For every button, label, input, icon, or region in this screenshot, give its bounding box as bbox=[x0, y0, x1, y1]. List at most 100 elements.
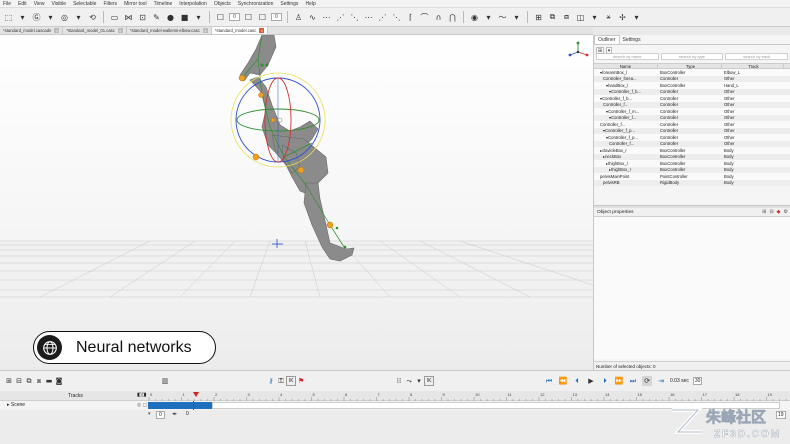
menu-item-timeline[interactable]: Timeline bbox=[154, 1, 173, 7]
3d-viewport[interactable] bbox=[0, 35, 593, 370]
cube-icon[interactable]: ■ bbox=[179, 12, 190, 23]
key-icon[interactable]: ⚷ bbox=[266, 376, 276, 386]
play-icon[interactable]: ▶ bbox=[586, 376, 596, 386]
screen-icon[interactable]: ▬ bbox=[44, 376, 54, 386]
ik-button-2[interactable]: IK bbox=[424, 376, 434, 386]
figure-icon[interactable]: ♙ bbox=[293, 12, 304, 23]
search-by-name-input[interactable]: search by name bbox=[596, 53, 659, 60]
column-track[interactable]: Track bbox=[722, 64, 784, 69]
chain-icon[interactable]: ⋰ bbox=[377, 12, 388, 23]
document-tab[interactable]: *standard_model_01.casc × bbox=[63, 27, 127, 34]
dropdown-icon[interactable]: ▾ bbox=[73, 12, 84, 23]
step-forward-key-icon[interactable]: ⏩ bbox=[614, 376, 624, 386]
keyframe-add-icon[interactable]: ⊞ bbox=[4, 376, 14, 386]
menu-item-help[interactable]: Help bbox=[305, 1, 315, 7]
arc-icon[interactable]: ⌒ bbox=[419, 12, 430, 23]
target-icon[interactable]: ◉ bbox=[469, 12, 480, 23]
menu-item-view[interactable]: View bbox=[34, 1, 45, 7]
column-name[interactable]: Name bbox=[594, 64, 658, 69]
dropdown-icon[interactable]: ▾ bbox=[589, 12, 600, 23]
bracket-icon[interactable]: ⌈ bbox=[405, 12, 416, 23]
checkbox-icon[interactable]: ☐ bbox=[257, 12, 268, 23]
column-type[interactable]: Type bbox=[658, 64, 722, 69]
keyframe-copy-icon[interactable]: ⧉ bbox=[24, 376, 34, 386]
step-forward-icon[interactable]: ⏵ bbox=[600, 376, 610, 386]
skip-to-end-icon[interactable]: ⏭ bbox=[628, 376, 638, 386]
toolbar-field-a[interactable]: 0 bbox=[229, 13, 240, 21]
timeline-ruler[interactable]: 0 1 2 3 4 5 6 7 8 9 10 11 12 13 14 15 16 17 18 19 bbox=[147, 391, 790, 401]
sphere-icon[interactable]: ● bbox=[165, 12, 176, 23]
chain-icon[interactable]: ⋱ bbox=[391, 12, 402, 23]
chevron-down-icon[interactable]: ▾ bbox=[414, 376, 424, 386]
step-back-icon[interactable]: ⏴ bbox=[572, 376, 582, 386]
color-icon[interactable]: ◆ bbox=[777, 209, 781, 215]
menu-item-mirror-tool[interactable]: Mirror tool bbox=[124, 1, 147, 7]
menu-item-edit[interactable]: Edit bbox=[18, 1, 27, 7]
chain-icon[interactable]: ⋱ bbox=[349, 12, 360, 23]
dropdown-icon[interactable]: ▾ bbox=[511, 12, 522, 23]
flag-icon[interactable]: ⚑ bbox=[296, 376, 306, 386]
menu-item-visible[interactable]: Visible bbox=[51, 1, 66, 7]
pen-icon[interactable]: ✎ bbox=[151, 12, 162, 23]
chart-icon[interactable]: ▥ bbox=[160, 376, 170, 386]
layers-icon[interactable]: ⧈ bbox=[561, 12, 572, 23]
layout-icon[interactable]: ◫ bbox=[575, 12, 586, 23]
document-tab[interactable]: *standard_model.cascade × bbox=[0, 27, 64, 34]
start-frame-field[interactable]: 0 bbox=[156, 411, 165, 419]
menu-item-selectable[interactable]: Selectable bbox=[73, 1, 96, 7]
scene-track-label[interactable]: ▸ Scene bbox=[7, 402, 25, 408]
keyframe-paste-icon[interactable]: ⧈ bbox=[34, 376, 44, 386]
close-icon[interactable]: × bbox=[117, 28, 123, 33]
chain-icon[interactable]: ⋰ bbox=[335, 12, 346, 23]
toolbar-field-b[interactable]: 0 bbox=[271, 13, 282, 21]
chain-icon[interactable]: ⋯ bbox=[363, 12, 374, 23]
dropdown-icon[interactable]: ▾ bbox=[483, 12, 494, 23]
arc-icon[interactable]: ⋂ bbox=[447, 12, 458, 23]
close-icon[interactable]: × bbox=[54, 28, 60, 33]
menu-item-file[interactable]: File bbox=[3, 1, 11, 7]
document-tab[interactable]: *standard_model.casc × bbox=[211, 27, 269, 34]
ik-button[interactable]: IK bbox=[286, 376, 296, 386]
rotate-icon[interactable]: ⟲ bbox=[87, 12, 98, 23]
playhead-marker[interactable] bbox=[193, 392, 199, 397]
loop-icon[interactable]: ⟳ bbox=[642, 376, 652, 386]
menu-item-interpolation[interactable]: Interpolation bbox=[179, 1, 207, 7]
close-icon[interactable]: × bbox=[202, 28, 208, 33]
search-by-type-input[interactable]: search by type bbox=[660, 53, 724, 60]
close-icon[interactable]: × bbox=[259, 28, 265, 33]
step-back-key-icon[interactable]: ⏪ bbox=[558, 376, 568, 386]
dropdown-icon[interactable]: ▾ bbox=[45, 12, 56, 23]
dropdown-icon[interactable]: ▾ bbox=[631, 12, 642, 23]
keyframe-remove-icon[interactable]: ⊟ bbox=[14, 376, 24, 386]
speed-icon[interactable]: ⇥ bbox=[656, 376, 666, 386]
figure-move-icon[interactable]: ⚹ bbox=[603, 12, 614, 23]
pivot-icon[interactable]: ◎ bbox=[59, 12, 70, 23]
scene-clip-bar[interactable] bbox=[148, 402, 212, 409]
camera-icon[interactable]: ◙ bbox=[54, 376, 64, 386]
tab-outliner[interactable]: Outliner bbox=[594, 35, 620, 44]
curve-icon[interactable]: ⤳ bbox=[404, 376, 414, 386]
chevron-down-icon[interactable]: ▾ bbox=[606, 47, 612, 54]
search-by-track-input[interactable]: search by track bbox=[725, 53, 789, 60]
frame-icon[interactable]: ⊡ bbox=[137, 12, 148, 23]
menu-item-filters[interactable]: Filters bbox=[103, 1, 117, 7]
outliner-row[interactable]: pelvisRB RigidBody Body bbox=[594, 179, 790, 186]
gizmo-center[interactable] bbox=[277, 117, 283, 123]
track-toggle-icon[interactable]: ◧◨ bbox=[137, 392, 146, 398]
chain-icon[interactable]: ⋯ bbox=[321, 12, 332, 23]
curve-icon[interactable]: ∿ bbox=[307, 12, 318, 23]
menu-item-objects[interactable]: Objects bbox=[214, 1, 231, 7]
document-tab[interactable]: *standard_model-wallerss-elbow.casc × bbox=[127, 27, 212, 34]
menu-item-synchronization[interactable]: Synchronization bbox=[238, 1, 274, 7]
graph-icon[interactable]: ⋈ bbox=[123, 12, 134, 23]
dropdown-icon[interactable]: ▾ bbox=[17, 12, 28, 23]
arc-icon[interactable]: ∩ bbox=[433, 12, 444, 23]
tab-settings[interactable]: Settings bbox=[620, 35, 644, 44]
monitor-icon[interactable]: ▭ bbox=[109, 12, 120, 23]
select-tool-icon[interactable]: ⬚ bbox=[3, 12, 14, 23]
end-frame-field[interactable]: 0 bbox=[186, 411, 189, 417]
skip-to-start-icon[interactable]: ⏮ bbox=[544, 376, 554, 386]
checkbox-icon[interactable]: ☐ bbox=[215, 12, 226, 23]
fps-field[interactable]: 30 bbox=[692, 377, 703, 385]
visibility-icon[interactable]: ◎ ◻ bbox=[137, 402, 147, 408]
